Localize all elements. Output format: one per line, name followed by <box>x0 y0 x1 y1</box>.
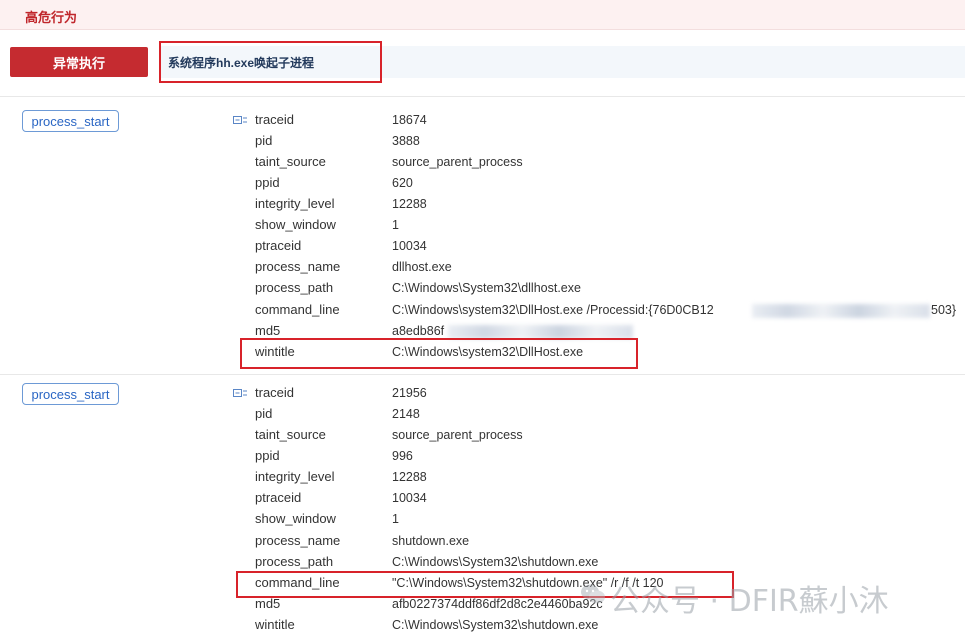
field-value-ptraceid: 10034 <box>392 239 427 253</box>
field-value-ptraceid: 10034 <box>392 491 427 505</box>
field-key-ptraceid: ptraceid <box>255 238 302 253</box>
field-value-pid: 2148 <box>392 407 420 421</box>
field-value-process-path: C:\Windows\System32\shutdown.exe <box>392 555 599 569</box>
field-key-command-line: command_line <box>255 302 340 317</box>
expand-collapse-icon[interactable] <box>233 114 248 126</box>
field-value-ppid: 620 <box>392 176 413 190</box>
behavior-category-badge[interactable]: 异常执行 <box>10 47 148 77</box>
field-key-command-line: command_line <box>255 575 340 590</box>
field-key-wintitle: wintitle <box>255 344 295 359</box>
field-value-taint-source: source_parent_process <box>392 428 523 442</box>
behavior-row: 异常执行 系统程序hh.exe唤起子进程 <box>0 46 965 78</box>
event-tag-button[interactable]: process_start <box>22 110 119 132</box>
redacted-blur <box>752 304 930 318</box>
field-key-ppid: ppid <box>255 175 280 190</box>
field-key-process-name: process_name <box>255 259 341 274</box>
event-divider <box>0 96 965 97</box>
field-value-wintitle: C:\Windows\system32\DllHost.exe <box>392 345 584 359</box>
field-value-ppid: 996 <box>392 449 413 463</box>
field-key-pid: pid <box>255 133 273 148</box>
field-value-taint-source: source_parent_process <box>392 155 523 169</box>
field-value-md5: a8edb86f <box>392 324 445 338</box>
event-tag-button[interactable]: process_start <box>22 383 119 405</box>
field-key-show-window: show_window <box>255 511 336 526</box>
field-value-process-name: dllhost.exe <box>392 260 452 274</box>
field-value-traceid: 21956 <box>392 386 427 400</box>
field-value-integrity-level: 12288 <box>392 470 427 484</box>
field-key-taint-source: taint_source <box>255 427 326 442</box>
field-key-process-path: process_path <box>255 554 334 569</box>
field-value-process-path: C:\Windows\System32\dllhost.exe <box>392 281 581 295</box>
field-key-show-window: show_window <box>255 217 336 232</box>
redacted-blur <box>448 325 633 339</box>
field-value-md5: afb0227374ddf86df2d8c2e4460ba92c <box>392 597 603 611</box>
field-key-taint-source: taint_source <box>255 154 326 169</box>
event-divider <box>0 374 965 375</box>
field-key-md5: md5 <box>255 596 281 611</box>
field-key-process-path: process_path <box>255 280 334 295</box>
field-value-command-line-tail: 503} <box>931 303 957 317</box>
field-value-command-line: C:\Windows\system32\DllHost.exe /Process… <box>392 303 714 317</box>
field-value-pid: 3888 <box>392 134 420 148</box>
field-key-wintitle: wintitle <box>255 617 295 632</box>
field-key-md5: md5 <box>255 323 281 338</box>
field-key-ppid: ppid <box>255 448 280 463</box>
field-key-ptraceid: ptraceid <box>255 490 302 505</box>
field-key-pid: pid <box>255 406 273 421</box>
field-value-show-window: 1 <box>392 218 399 232</box>
field-key-integrity-level: integrity_level <box>255 196 335 211</box>
field-value-show-window: 1 <box>392 512 399 526</box>
field-value-integrity-level: 12288 <box>392 197 427 211</box>
field-key-integrity-level: integrity_level <box>255 469 335 484</box>
field-key-traceid: traceid <box>255 385 295 400</box>
section-title: 高危行为 <box>25 10 78 25</box>
risk-header: 高危行为 <box>0 0 965 30</box>
wechat-logo-icon <box>581 584 605 604</box>
expand-collapse-icon[interactable] <box>233 387 248 399</box>
field-key-process-name: process_name <box>255 533 341 548</box>
behavior-description: 系统程序hh.exe唤起子进程 <box>168 56 315 70</box>
field-value-wintitle: C:\Windows\System32\shutdown.exe <box>392 618 599 632</box>
watermark-text: 公众号 · DFIR蘇小沐 <box>610 584 889 619</box>
field-value-traceid: 18674 <box>392 113 427 127</box>
field-key-traceid: traceid <box>255 112 295 127</box>
field-value-process-name: shutdown.exe <box>392 534 470 548</box>
